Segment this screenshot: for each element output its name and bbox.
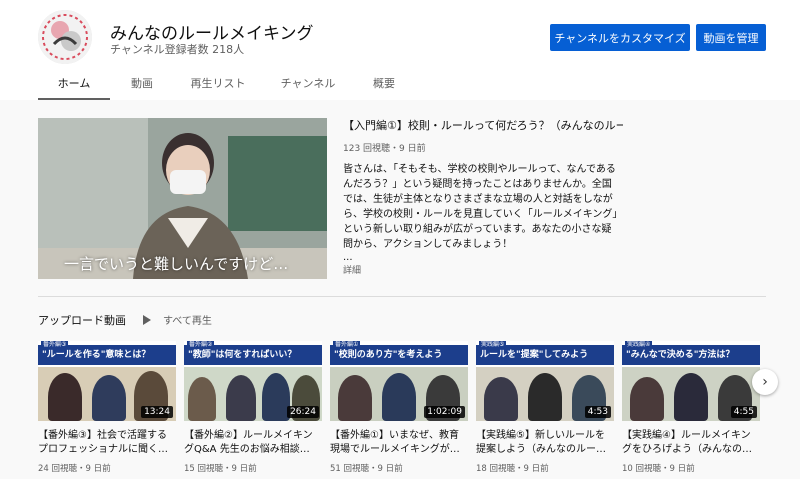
tab-home[interactable]: ホーム — [38, 68, 110, 100]
featured-thumb-caption: 一言でいうと難しいんですけど… — [64, 255, 289, 273]
video-thumbnail[interactable]: ルールを"提案"してみよう 実践編⑤ 4:53 — [476, 341, 614, 421]
play-all-button[interactable]: すべて再生 — [143, 312, 212, 327]
video-thumbnail[interactable]: "教師"は何をすればいい？ 番外編② 26:24 — [184, 341, 322, 421]
video-thumbnail[interactable]: "みんなで決める"方法は？ 実践編④ 4:55 — [622, 341, 760, 421]
customize-channel-button[interactable]: チャンネルをカスタマイズ — [550, 24, 690, 51]
thumb-tag: 実践編④ — [625, 341, 653, 349]
video-meta: 51 回視聴・9 日前 — [330, 464, 403, 474]
subscriber-count: チャンネル登録者数 218人 — [110, 43, 245, 56]
tab-videos[interactable]: 動画 — [110, 68, 174, 100]
tab-playlists[interactable]: 再生リスト — [174, 68, 262, 100]
play-all-label: すべて再生 — [163, 316, 212, 327]
thumb-tag: 番外編③ — [41, 341, 69, 349]
channel-header: みんなのルールメイキング チャンネル登録者数 218人 チャンネルをカスタマイズ… — [0, 0, 800, 100]
next-arrow-button[interactable]: › — [752, 369, 778, 395]
video-meta: 18 回視聴・9 日前 — [476, 464, 549, 474]
video-duration: 26:24 — [287, 406, 319, 418]
manage-videos-button[interactable]: 動画を管理 — [696, 24, 766, 51]
video-duration: 1:02:09 — [424, 406, 465, 418]
video-title[interactable]: 【実践編④】ルールメイキングをひろげよう（みんなの… — [622, 429, 760, 457]
thumb-tag: 実践編⑤ — [479, 341, 507, 349]
chevron-right-icon: › — [762, 374, 768, 390]
video-meta: 10 回視聴・9 日前 — [622, 464, 695, 474]
video-title[interactable]: 【番外編②】ルールメイキングQ&A 先生のお悩み相談… — [184, 429, 322, 457]
featured-video-description: 皆さんは、「そもそも、学校の校則やルールって、なんであるんだろう？」という疑問を… — [343, 164, 618, 250]
video-title[interactable]: 【番外編③】社会で活躍するプロフェッショナルに聞く… — [38, 429, 176, 457]
thumb-tag: 番外編① — [333, 341, 361, 349]
video-card[interactable]: "校則のあり方"を考えよう 番外編① 1:02:09 【番外編①】いまなぜ、教育… — [330, 341, 468, 474]
tab-channels[interactable]: チャンネル — [262, 68, 354, 100]
section-divider — [38, 296, 766, 297]
video-duration: 13:24 — [141, 406, 173, 418]
featured-more-link[interactable]: 詳細 — [343, 263, 361, 276]
video-card[interactable]: "教師"は何をすればいい？ 番外編② 26:24 【番外編②】ルールメイキングQ… — [184, 341, 322, 474]
channel-tabs: ホーム 動画 再生リスト チャンネル 概要 — [38, 68, 414, 100]
featured-video-thumbnail[interactable]: 一言でいうと難しいんですけど… — [38, 118, 327, 279]
play-icon — [143, 314, 151, 325]
video-title[interactable]: 【実践編⑤】新しいルールを提案しよう（みんなのルー… — [476, 429, 614, 457]
video-meta: 24 回視聴・9 日前 — [38, 464, 111, 474]
video-title[interactable]: 【番外編①】いまなぜ、教育現場でルールメイキングが… — [330, 429, 468, 457]
video-meta: 15 回視聴・9 日前 — [184, 464, 257, 474]
uploads-section-title[interactable]: アップロード動画 — [38, 312, 126, 328]
video-card[interactable]: ルールを"提案"してみよう 実践編⑤ 4:53 【実践編⑤】新しいルールを提案し… — [476, 341, 614, 474]
featured-description-ellipsis: ... — [343, 252, 353, 263]
featured-video-meta: 123 回視聴・9 日前 — [343, 144, 426, 154]
thumb-tag: 番外編② — [187, 341, 215, 349]
video-card[interactable]: "ルールを作る"意味とは？ 番外編③ 13:24 【番外編③】社会で活躍するプロ… — [38, 341, 176, 474]
video-thumbnail[interactable]: "ルールを作る"意味とは？ 番外編③ 13:24 — [38, 341, 176, 421]
video-duration: 4:55 — [730, 406, 757, 418]
video-thumbnail[interactable]: "校則のあり方"を考えよう 番外編① 1:02:09 — [330, 341, 468, 421]
tab-about[interactable]: 概要 — [354, 68, 414, 100]
channel-avatar[interactable] — [38, 10, 92, 64]
featured-video-title[interactable]: 【入門編①】校則・ルールって何だろう？（みんなのルールメ… — [343, 117, 623, 133]
video-card[interactable]: "みんなで決める"方法は？ 実践編④ 4:55 【実践編④】ルールメイキングをひ… — [622, 341, 760, 474]
video-duration: 4:53 — [584, 406, 611, 418]
